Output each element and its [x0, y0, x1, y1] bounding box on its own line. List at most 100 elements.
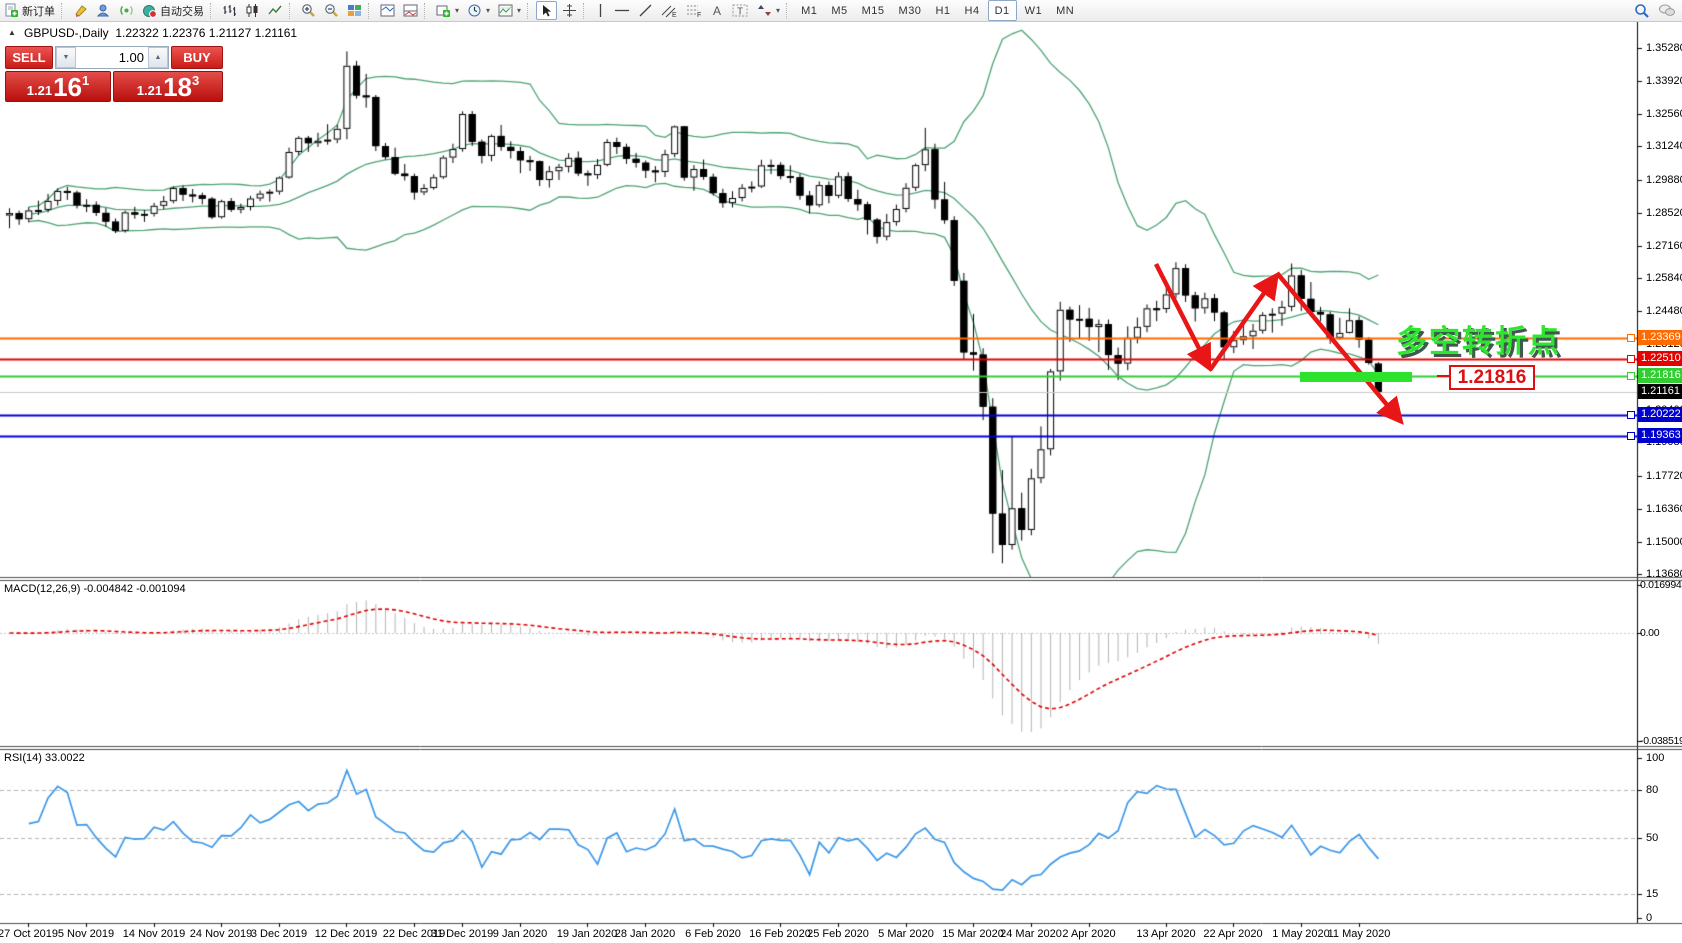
y-axis-tick-label: 1.15000 — [1646, 536, 1682, 548]
y-axis-tick-label: 1.16360 — [1646, 503, 1682, 515]
vertical-line-tool[interactable] — [592, 1, 609, 20]
buy-button[interactable]: BUY — [171, 46, 223, 69]
timeframe-label: H1 — [935, 5, 950, 17]
brush-icon — [73, 3, 88, 18]
toolbar-separator — [368, 3, 374, 19]
toolbar-separator — [61, 3, 67, 19]
timeframe-h4[interactable]: H4 — [959, 0, 986, 21]
y-axis-tick-label: 1.29880 — [1646, 174, 1682, 186]
tile-windows-button[interactable] — [344, 1, 365, 20]
macd-label: MACD(12,26,9) -0.004842 -0.001094 — [4, 583, 186, 595]
timeframe-d1[interactable]: D1 — [988, 0, 1017, 21]
date-axis-label: 16 Feb 2020 — [749, 928, 811, 940]
toolbar-separator — [289, 3, 295, 19]
bar-chart-icon — [222, 3, 237, 18]
timeframe-m5[interactable]: M5 — [825, 0, 853, 21]
date-axis-label: 6 Feb 2020 — [685, 928, 741, 940]
date-axis-label: 24 Nov 2019 — [190, 928, 252, 940]
timeframe-h1[interactable]: H1 — [929, 0, 956, 21]
svg-text:E: E — [672, 12, 677, 18]
toolbar-separator — [424, 3, 430, 19]
rsi-axis-tick-label: 80 — [1646, 784, 1658, 796]
symbol-ohlc: 1.22322 1.22376 1.21127 1.21161 — [115, 26, 297, 40]
new-order-label: 新订单 — [22, 3, 55, 19]
sell-price-sup: 1 — [82, 73, 89, 88]
y-axis-tick-label: 1.35280 — [1646, 42, 1682, 54]
timeframe-label: H4 — [965, 5, 980, 17]
sell-price-button[interactable]: 1.21 16 1 — [5, 71, 111, 102]
timeframe-m15[interactable]: M15 — [856, 0, 891, 21]
text-tool[interactable]: A — [708, 1, 727, 20]
sell-button[interactable]: SELL — [5, 46, 53, 69]
chat-icon[interactable] — [1658, 3, 1676, 18]
chevron-down-icon: ▾ — [486, 6, 490, 15]
rsi-axis-tick-label: 15 — [1646, 888, 1658, 900]
price-note-connector — [1437, 375, 1449, 377]
timeframe-label: M15 — [862, 5, 885, 17]
indicator-window-button[interactable] — [377, 1, 398, 20]
volume-increase-button[interactable]: ▲ — [148, 47, 168, 68]
y-axis-tick-label: 1.28520 — [1646, 207, 1682, 219]
template-button[interactable]: ▾ — [495, 1, 524, 20]
timeframe-m30[interactable]: M30 — [893, 0, 928, 21]
date-axis-label: 24 Mar 2020 — [1000, 928, 1062, 940]
search-icon[interactable] — [1634, 3, 1650, 19]
zoom-in-icon — [301, 3, 316, 18]
one-click-trading-panel: SELL ▼ 1.00 ▲ BUY 1.21 16 1 1.21 18 3 — [5, 46, 223, 102]
volume-input[interactable]: 1.00 — [76, 47, 148, 68]
styler-button[interactable] — [70, 1, 91, 20]
timeframe-mn[interactable]: MN — [1050, 0, 1080, 21]
chart-canvas[interactable] — [0, 0, 1682, 943]
cursor-icon — [540, 4, 553, 18]
indicator-subwindow-button[interactable] — [400, 1, 421, 20]
channel-tool[interactable]: E — [658, 1, 681, 20]
zoom-out-icon — [324, 3, 339, 18]
collapse-panel-icon[interactable]: ▲ — [8, 28, 16, 37]
fibonacci-tool[interactable]: F — [683, 1, 706, 20]
indicator-subwindow-icon — [403, 3, 418, 18]
crosshair-tool-button[interactable] — [559, 1, 580, 20]
line-handle[interactable] — [1627, 372, 1635, 380]
autotrading-button[interactable]: 自动交易 — [139, 1, 207, 20]
signal-button[interactable] — [116, 1, 137, 20]
line-chart-button[interactable] — [265, 1, 286, 20]
timeframe-m1[interactable]: M1 — [795, 0, 823, 21]
market-watch-button[interactable] — [93, 1, 114, 20]
turning-point-annotation[interactable]: 多空转折点 — [1396, 316, 1561, 361]
label-tool[interactable]: T — [729, 1, 752, 20]
candlestick-chart-button[interactable] — [242, 1, 263, 20]
date-axis-label: 2 Apr 2020 — [1062, 928, 1115, 940]
cursor-tool-button[interactable] — [536, 1, 557, 20]
line-handle[interactable] — [1627, 411, 1635, 419]
main-toolbar: 新订单 自动交易 ▾ ▾ ▾ — [0, 0, 1682, 22]
price-line-tag: 1.21816 — [1638, 368, 1682, 383]
line-handle[interactable] — [1627, 334, 1635, 342]
buy-price-small: 1.21 — [137, 83, 162, 98]
sell-price-big: 16 — [53, 74, 82, 100]
periods-button[interactable]: ▾ — [464, 1, 493, 20]
trendline-tool[interactable] — [635, 1, 656, 20]
trendline-icon — [638, 3, 653, 18]
bar-chart-button[interactable] — [219, 1, 240, 20]
macd-axis-tick-label: -0.038519 — [1640, 735, 1682, 747]
horizontal-line-tool[interactable] — [611, 1, 633, 20]
autotrading-icon — [142, 3, 157, 18]
price-note-label[interactable]: 1.21816 — [1449, 365, 1535, 390]
line-handle[interactable] — [1627, 432, 1635, 440]
zoom-in-button[interactable] — [298, 1, 319, 20]
rsi-axis-tick-label: 100 — [1646, 752, 1664, 764]
line-handle[interactable] — [1627, 355, 1635, 363]
timeframe-w1[interactable]: W1 — [1019, 0, 1049, 21]
buy-price-button[interactable]: 1.21 18 3 — [113, 71, 223, 102]
macd-axis-tick-label: 0.016994 — [1640, 579, 1681, 591]
date-axis-label: 19 Jan 2020 — [557, 928, 618, 940]
label-icon: T — [732, 3, 749, 18]
y-axis-tick-label: 1.31240 — [1646, 140, 1682, 152]
y-axis-tick-label: 1.33920 — [1646, 75, 1682, 87]
add-indicator-button[interactable]: ▾ — [433, 1, 462, 20]
zoom-out-button[interactable] — [321, 1, 342, 20]
volume-decrease-button[interactable]: ▼ — [56, 47, 76, 68]
arrows-tool[interactable]: ▾ — [754, 1, 783, 20]
support-highlight-bar[interactable] — [1300, 372, 1412, 382]
new-order-button[interactable]: 新订单 — [1, 1, 58, 20]
